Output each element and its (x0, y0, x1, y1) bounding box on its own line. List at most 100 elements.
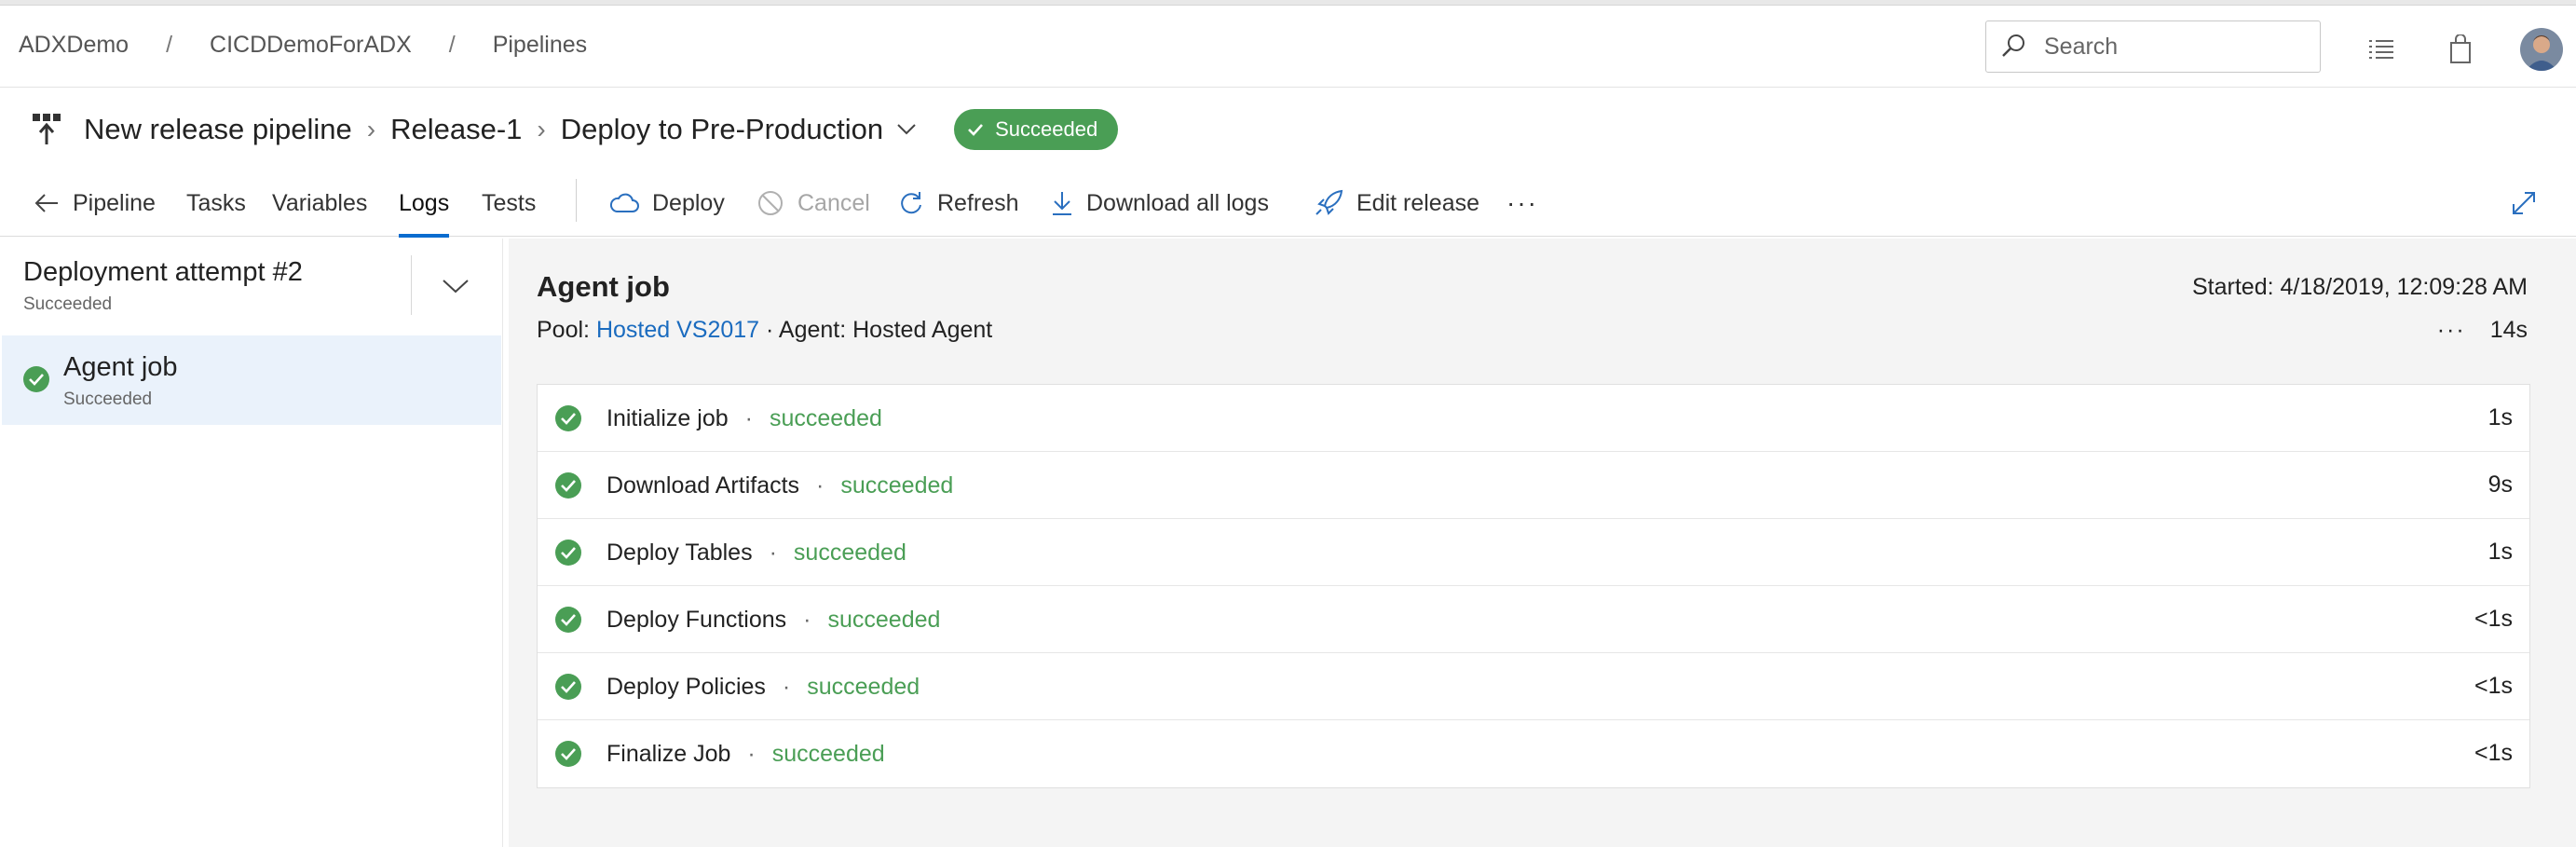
step-label: Deploy Tables · succeeded (607, 540, 906, 567)
step-row[interactable]: Finalize Job · succeeded <1s (538, 720, 2529, 787)
stage-name-dropdown[interactable]: Deploy to Pre-Production (561, 113, 883, 146)
deployment-attempts-panel: Deployment attempt #2 Succeeded Agent jo… (0, 239, 503, 847)
expand-icon[interactable] (2510, 170, 2551, 237)
chevron-right-icon: › (366, 115, 376, 143)
breadcrumb-separator: / (448, 32, 456, 58)
attempt-dropdown-button[interactable] (434, 270, 477, 302)
step-label: Download Artifacts · succeeded (607, 472, 953, 499)
attempt-status: Succeeded (23, 294, 113, 314)
deployment-attempt-header: Deployment attempt #2 Succeeded (0, 239, 503, 332)
step-label: Deploy Functions · succeeded (607, 607, 940, 634)
step-separator: · (744, 405, 753, 431)
search-input[interactable] (2044, 33, 2314, 61)
step-row[interactable]: Initialize job · succeeded 1s (538, 385, 2529, 452)
job-title: Agent job (537, 270, 670, 303)
cancel-label: Cancel (797, 189, 870, 216)
breadcrumb: ADXDemo / CICDDemoForADX / Pipelines (19, 32, 587, 59)
step-state: succeeded (840, 472, 954, 499)
release-pipeline-icon (33, 114, 61, 144)
success-check-icon (555, 472, 581, 499)
step-name: Deploy Policies (607, 674, 766, 700)
breadcrumb-org[interactable]: ADXDemo (19, 32, 129, 59)
chevron-down-icon (443, 280, 469, 294)
download-all-logs-label: Download all logs (1086, 189, 1269, 216)
toolbar-divider (576, 179, 577, 222)
edit-release-button[interactable]: Edit release (1314, 170, 1479, 237)
back-to-pipeline-label: Pipeline (73, 189, 156, 216)
download-all-logs-button[interactable]: Download all logs (1051, 170, 1269, 237)
avatar[interactable] (2520, 28, 2563, 71)
step-state: succeeded (827, 607, 941, 633)
agent-job-item[interactable]: Agent job Succeeded (2, 335, 501, 425)
step-separator: · (769, 540, 777, 566)
step-state: succeeded (807, 674, 920, 700)
step-row[interactable]: Deploy Functions · succeeded <1s (538, 586, 2529, 653)
edit-release-label: Edit release (1356, 189, 1480, 216)
step-name: Finalize Job (607, 741, 731, 767)
step-label: Initialize job · succeeded (607, 405, 882, 432)
job-more-button[interactable]: ··· (2437, 317, 2466, 344)
step-duration: 1s (2487, 539, 2513, 565)
step-name: Deploy Functions (607, 607, 787, 633)
job-details-panel: Agent job Started: 4/18/2019, 12:09:28 A… (509, 239, 2576, 847)
job-total-duration: 14s (2489, 317, 2528, 343)
agent-info: · Agent: Hosted Agent (766, 317, 993, 343)
step-row[interactable]: Deploy Tables · succeeded 1s (538, 519, 2529, 586)
job-steps-list: Initialize job · succeeded 1s Download Art… (537, 384, 2530, 788)
tab-tasks[interactable]: Tasks (186, 170, 246, 237)
cloud-icon (609, 193, 639, 212)
tab-logs[interactable]: Logs (399, 170, 450, 238)
step-name: Download Artifacts (607, 472, 800, 499)
step-separator: · (782, 674, 791, 700)
cancel-button[interactable]: Cancel (756, 170, 870, 237)
check-icon (968, 124, 984, 136)
breadcrumb-project[interactable]: CICDDemoForADX (210, 32, 412, 59)
status-badge-label: Succeeded (995, 117, 1098, 141)
step-duration: <1s (2474, 606, 2513, 632)
job-meta: ··· 14s (2437, 317, 2528, 344)
release-title-row: New release pipeline › Release-1 › Deplo… (30, 104, 1119, 155)
toolbar: Pipeline Tasks Variables Logs Tests Depl… (0, 170, 2576, 238)
step-row[interactable]: Deploy Policies · succeeded <1s (538, 653, 2529, 720)
step-state: succeeded (771, 741, 885, 767)
search-box[interactable] (1985, 20, 2321, 73)
success-check-icon (555, 674, 581, 700)
step-state: succeeded (769, 405, 882, 431)
attempt-divider (411, 255, 412, 315)
back-to-pipeline-button[interactable]: Pipeline (34, 170, 156, 237)
agent-job-name: Agent job (63, 352, 178, 382)
success-check-icon (555, 540, 581, 566)
deploy-button[interactable]: Deploy (609, 170, 725, 237)
shopping-bag-icon[interactable] (2445, 34, 2476, 65)
pool-info: Pool: Hosted VS2017 · Agent: Hosted Agen… (537, 317, 992, 344)
breadcrumb-pipelines[interactable]: Pipelines (493, 32, 587, 59)
step-state: succeeded (793, 540, 906, 566)
step-label: Deploy Policies · succeeded (607, 674, 920, 701)
pool-label: Pool: (537, 317, 590, 343)
pipeline-name-link[interactable]: New release pipeline (84, 113, 352, 146)
pool-link[interactable]: Hosted VS2017 (596, 317, 759, 343)
release-name-link[interactable]: Release-1 (390, 113, 522, 146)
step-separator: · (747, 741, 756, 767)
step-duration: <1s (2474, 740, 2513, 766)
more-actions-button[interactable]: ··· (1506, 170, 1538, 237)
top-header: ADXDemo / CICDDemoForADX / Pipelines (0, 6, 2576, 88)
arrow-left-icon (34, 194, 58, 212)
success-check-icon (555, 741, 581, 767)
tab-variables[interactable]: Variables (272, 170, 367, 237)
refresh-label: Refresh (937, 189, 1019, 216)
list-icon[interactable] (2365, 34, 2397, 65)
success-check-icon (23, 366, 49, 392)
tab-tests[interactable]: Tests (482, 170, 536, 237)
agent-job-status: Succeeded (63, 389, 153, 409)
step-separator: · (816, 472, 825, 499)
search-icon (2002, 34, 2024, 57)
breadcrumb-separator: / (166, 32, 173, 58)
deploy-label: Deploy (652, 189, 725, 216)
step-row[interactable]: Download Artifacts · succeeded 9s (538, 452, 2529, 519)
success-check-icon (555, 405, 581, 431)
chevron-down-icon[interactable] (896, 123, 917, 136)
refresh-button[interactable]: Refresh (898, 170, 1019, 237)
step-label: Finalize Job · succeeded (607, 741, 885, 768)
step-duration: 1s (2487, 404, 2513, 430)
